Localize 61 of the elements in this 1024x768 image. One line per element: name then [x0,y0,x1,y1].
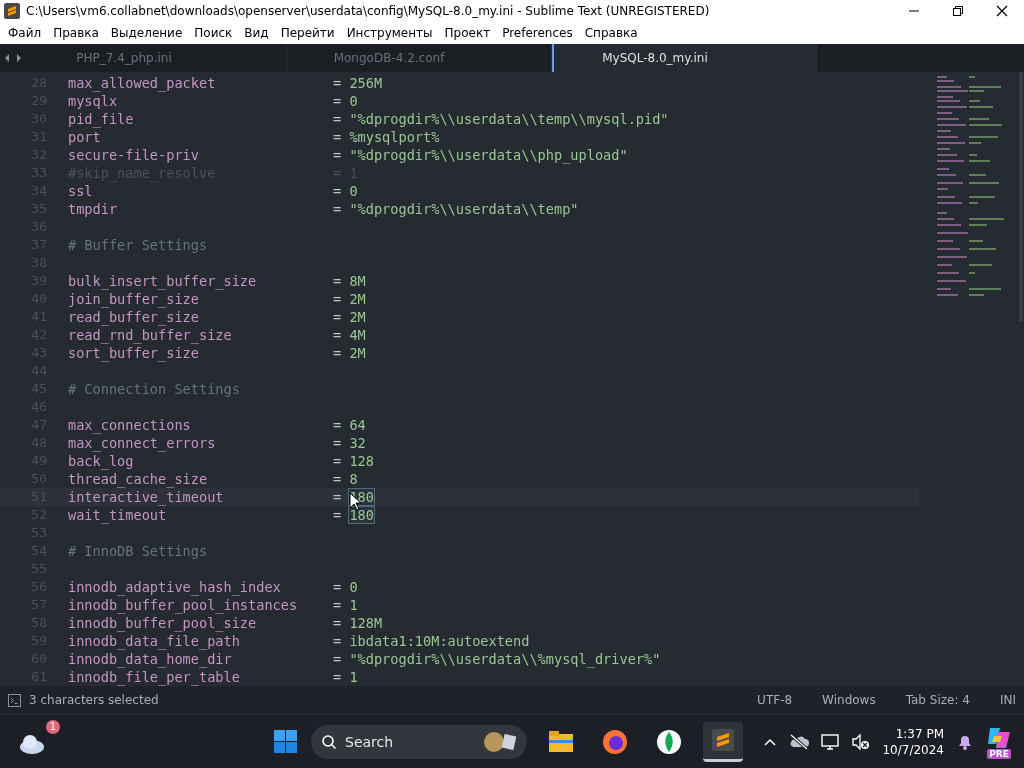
console-icon[interactable] [8,693,21,707]
search-icon [321,733,337,750]
code-line: innodb_buffer_pool_instances = 1 [68,596,358,614]
maximize-icon[interactable] [952,5,964,17]
monitor-icon[interactable] [821,732,840,751]
code-line: sort_buffer_size = 2M [68,344,366,362]
leaf-icon[interactable] [655,727,683,756]
code-line: secure-file-priv = "%dprogdir%\\userdata\\php_upload" [68,146,628,164]
code-line: innodb_adaptive_hash_index = 0 [68,578,358,596]
close-icon[interactable] [996,5,1008,17]
code-comment: # InnoDB Settings [68,542,208,560]
code-line: bulk_insert_buffer_size = 8M [68,272,366,290]
code-line: thread_cache_size = 8 [68,470,358,488]
code-line: max_connections = 64 [68,416,366,434]
code-line: wait_timeout = 180 [68,506,374,524]
code-line: read_rnd_buffer_size = 4M [68,326,366,344]
speaker-muted-icon[interactable] [851,732,871,751]
code-comment: # Connection Settings [68,380,240,398]
menu-item[interactable]: Файл [2,26,48,40]
encoding-indicator[interactable]: UTF-8 [757,693,793,707]
code-line: ssl = 0 [68,182,358,200]
menu-item[interactable]: Вид [238,26,275,40]
menu-item[interactable]: Проект [438,26,497,40]
menu-item[interactable]: Правка [47,26,105,40]
code-line: back_log = 128 [68,452,374,470]
code-line: join_buffer_size = 2M [68,290,366,308]
code-line: tmpdir = "%dprogdir%\\userdata\\temp" [68,200,579,218]
code-line: innodb_data_home_dir = "%dprogdir%\\userdata\\%mysql_driver%" [68,650,661,668]
code-line: port = %mysqlport% [68,128,440,146]
syntax-indicator[interactable]: INI [999,693,1016,707]
clock[interactable]: 1:37 PM 10/7/2024 [882,725,944,758]
code-line: innodb_buffer_pool_size = 128M [68,614,383,632]
windows-start-icon[interactable] [274,730,297,753]
code-comment: # Buffer Settings [68,236,208,254]
code-line: innodb_data_file_path = ibdata1:10M:autoextend [68,632,530,650]
line-endings-indicator[interactable]: Windows [822,693,876,707]
browser-icon[interactable] [601,727,629,756]
search-field[interactable]: Search [311,724,527,759]
scroll-left-icon[interactable] [4,53,10,63]
code-line: pid_file = "%dprogdir%\\userdata\\temp\\mysql.pid" [68,110,669,128]
menu-item[interactable]: Выделение [104,26,189,40]
app-logo-icon[interactable] [709,726,737,754]
status-message: 3 characters selected [29,693,159,707]
cloud-off-icon[interactable] [789,732,810,751]
code-line: mysqlx = 0 [68,92,358,110]
preview-badge: PRE [987,749,1011,759]
file-tab[interactable]: MySQL-8.0_my.ini [552,44,817,72]
code-line: max_connect_errors = 32 [68,434,366,452]
menu-item[interactable]: Справка [578,26,644,40]
code-line: max_allowed_packet = 256M [68,74,383,92]
code-line: innodb_file_per_table = 1 [68,668,358,686]
menu-item[interactable]: Перейти [274,26,341,40]
menu-item[interactable]: Preferences [496,26,579,40]
code-line: read_buffer_size = 2M [68,308,366,326]
tab-size-indicator[interactable]: Tab Size: 4 [905,693,970,707]
menu-item[interactable]: Поиск [188,26,239,40]
scroll-right-icon[interactable] [16,53,22,63]
window-title: C:\Users\vm6.collabnet\downloads\openserver\userdata\config\MySQL-8.0_my.ini - Sublime Text (UNREGISTERED) [25,4,711,18]
notification-badge: 1 [46,719,60,734]
menu-item[interactable]: Инструменты [340,26,439,40]
app-logo-icon [4,3,20,19]
